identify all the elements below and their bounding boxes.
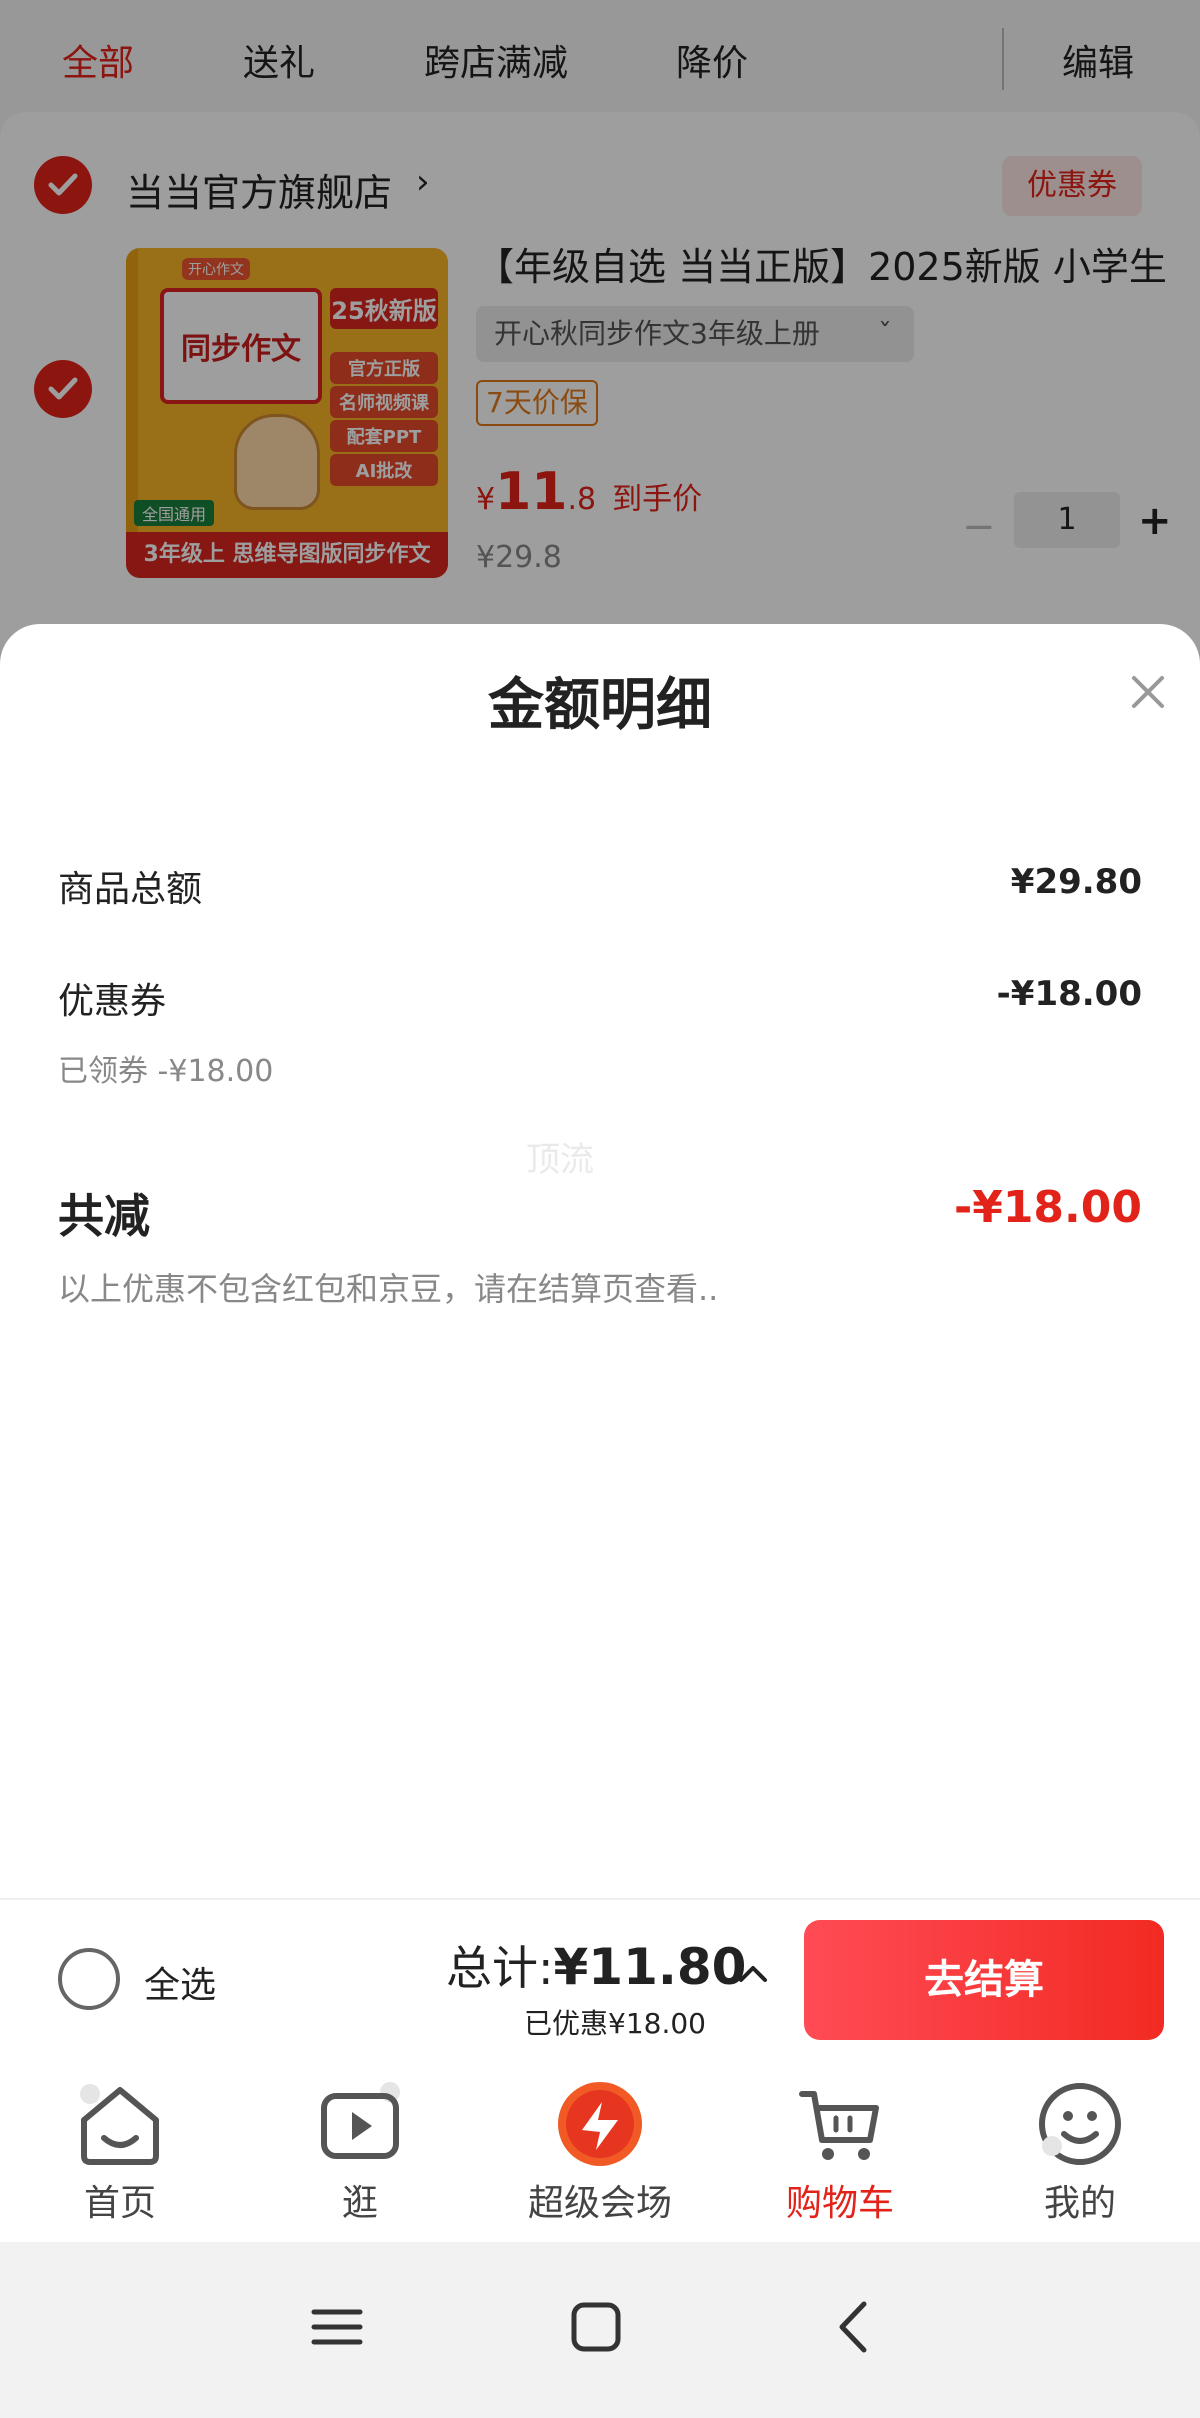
total-label: 总计: (446, 1941, 554, 1995)
goods-total-value: ¥29.80 (1010, 862, 1142, 902)
amount-detail-sheet: 金额明细 商品总额 ¥29.80 优惠券 -¥18.00 已领券 -¥18.00… (0, 624, 1200, 1898)
tab-label: 逛 (341, 2183, 378, 2224)
chevron-up-icon[interactable] (736, 1956, 770, 1990)
modal-backdrop[interactable] (0, 0, 1200, 700)
close-icon[interactable] (1128, 672, 1168, 712)
cart-icon (799, 2091, 879, 2160)
checkout-bar: 全选 总计:¥11.80 已优惠¥18.00 去结算 (0, 1898, 1200, 2056)
select-all-checkbox[interactable] (58, 1948, 120, 2010)
total-discount-label: 共减 (58, 1189, 150, 1243)
tab-label: 我的 (1043, 2183, 1116, 2224)
select-all-label[interactable]: 全选 (144, 1956, 216, 2008)
coupon-claimed-note: 已领券 -¥18.00 (58, 1054, 274, 1089)
checkout-button[interactable]: 去结算 (804, 1920, 1164, 2040)
video-icon (321, 2082, 400, 2159)
super-venue-icon (558, 2082, 642, 2166)
total-discount-value: -¥18.00 (953, 1182, 1142, 1233)
menu-icon[interactable] (302, 2292, 372, 2362)
tab-cart[interactable]: 购物车 (720, 2056, 960, 2242)
coupon-label: 优惠券 (58, 981, 167, 1022)
back-icon[interactable] (820, 2292, 890, 2362)
coupon-value: -¥18.00 (996, 974, 1142, 1014)
tab-profile[interactable]: 我的 (960, 2056, 1200, 2242)
tab-label: 超级会场 (527, 2183, 672, 2224)
system-navigation-bar (0, 2242, 1200, 2418)
home-square-icon[interactable] (561, 2292, 631, 2362)
total-amount: ¥11.80 (553, 1938, 747, 1996)
bottom-tab-bar: 首页 逛 超级会场 购物车 我的 (0, 2056, 1200, 2242)
tab-label: 首页 (83, 2183, 156, 2224)
watermark: 顶流 (526, 1140, 594, 1180)
tab-browse[interactable]: 逛 (240, 2056, 480, 2242)
tab-home[interactable]: 首页 (0, 2056, 240, 2242)
total-price: 总计:¥11.80 (446, 1932, 746, 1998)
saved-amount: 已优惠¥18.00 (524, 2007, 706, 2040)
discount-note: 以上优惠不包含红包和京豆，请在结算页查看.. (58, 1270, 719, 1308)
sheet-title: 金额明细 (488, 673, 712, 738)
tab-label: 购物车 (785, 2183, 894, 2224)
tab-super-venue[interactable]: 超级会场 (480, 2056, 720, 2242)
profile-icon (1039, 2083, 1121, 2165)
home-icon (80, 2084, 159, 2165)
goods-total-label: 商品总额 (58, 869, 203, 910)
